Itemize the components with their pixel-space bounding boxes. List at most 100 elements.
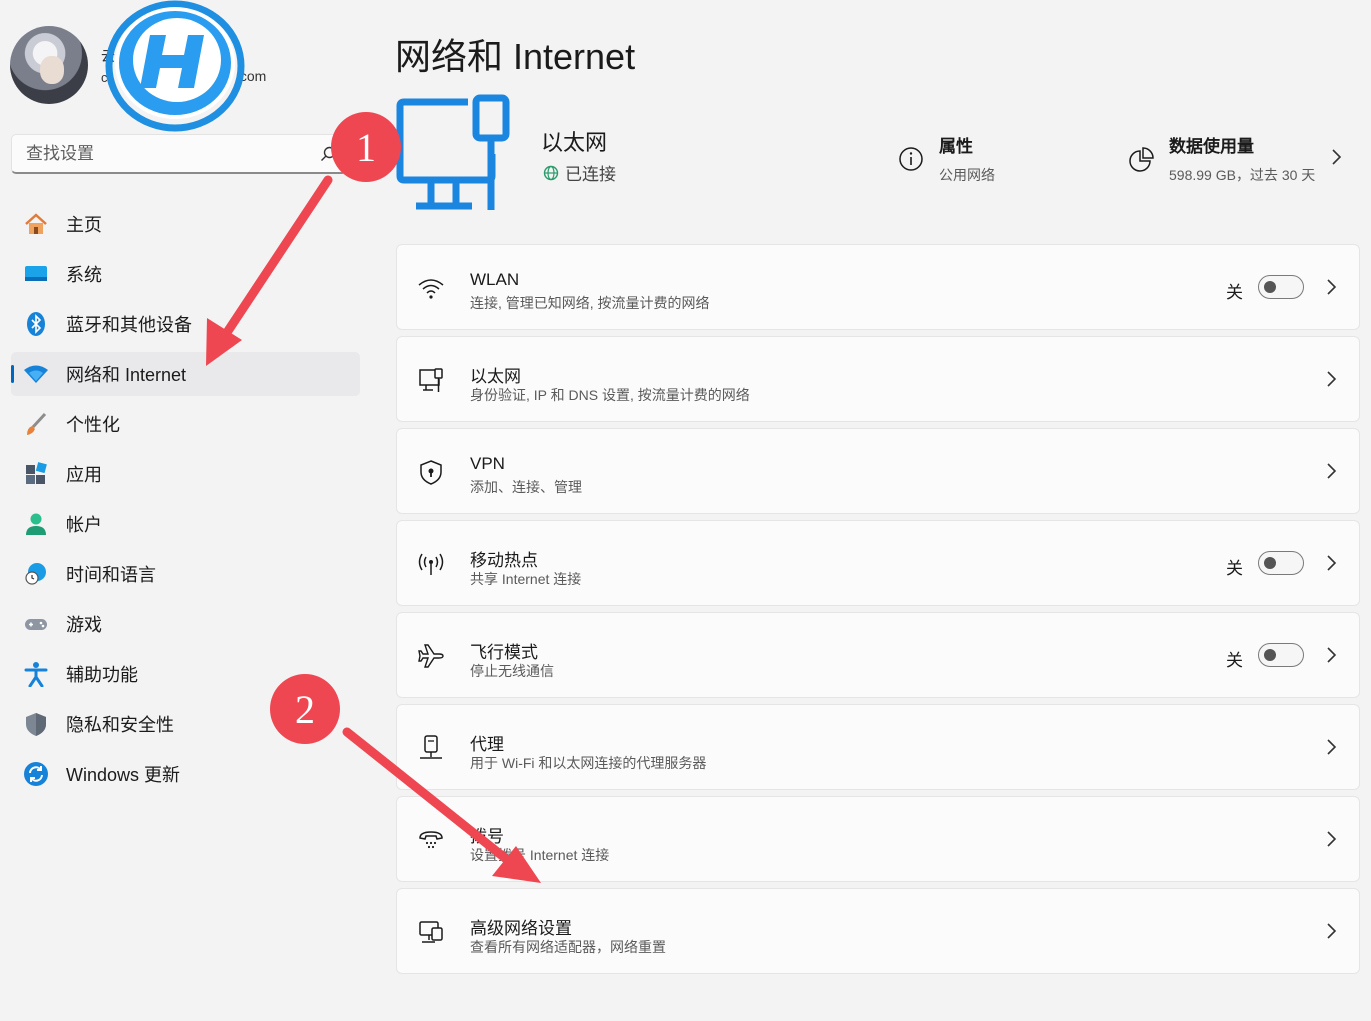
brush-icon — [23, 411, 49, 437]
time-language-icon — [23, 561, 49, 587]
proxy-icon — [417, 734, 445, 762]
annotation-badge-1: 1 — [331, 112, 401, 182]
sidebar-item-label: 应用 — [66, 465, 102, 485]
card-subtitle: 添加、连接、管理 — [470, 479, 582, 495]
connection-name: 以太网 — [541, 130, 608, 155]
network-icon — [23, 361, 49, 387]
sidebar-item-label: 游戏 — [66, 615, 102, 635]
search-input[interactable] — [24, 142, 308, 165]
sidebar-item-label: 网络和 Internet — [66, 365, 187, 385]
sidebar-item-network[interactable]: 网络和 Internet — [11, 352, 360, 396]
sidebar-item-personalization[interactable]: 个性化 — [11, 402, 360, 446]
update-icon — [23, 761, 49, 787]
annotation-badge-2: 2 — [270, 674, 340, 744]
card-title: VPN — [470, 454, 505, 473]
chevron-right-icon — [1327, 371, 1337, 387]
settings-list: WLAN 连接, 管理已知网络, 按流量计费的网络 关 以太网 身份验证, IP… — [396, 244, 1360, 980]
apps-icon — [23, 461, 49, 487]
airplane-mode-toggle[interactable] — [1258, 643, 1304, 667]
properties-title: 属性 — [939, 137, 973, 156]
wlan-toggle[interactable] — [1258, 275, 1304, 299]
vpn-card[interactable]: VPN 添加、连接、管理 — [396, 428, 1360, 514]
sidebar-item-label: 蓝牙和其他设备 — [66, 315, 192, 335]
airplane-icon — [417, 642, 445, 670]
vpn-shield-icon — [417, 458, 445, 486]
sidebar-item-label: 辅助功能 — [66, 665, 138, 685]
chevron-right-icon — [1327, 555, 1337, 571]
proxy-card[interactable]: 代理 用于 Wi-Fi 和以太网连接的代理服务器 — [396, 704, 1360, 790]
chevron-right-icon — [1327, 831, 1337, 847]
wlan-card[interactable]: WLAN 连接, 管理已知网络, 按流量计费的网络 关 — [396, 244, 1360, 330]
connection-status-label: 已连接 — [565, 165, 616, 184]
shield-icon — [23, 711, 49, 737]
mobile-hotspot-card[interactable]: 移动热点 共享 Internet 连接 关 — [396, 520, 1360, 606]
card-subtitle: 用于 Wi-Fi 和以太网连接的代理服务器 — [470, 755, 707, 771]
mobile-hotspot-toggle[interactable] — [1258, 551, 1304, 575]
card-subtitle: 查看所有网络适配器，网络重置 — [470, 939, 666, 955]
sidebar-item-time-language[interactable]: 时间和语言 — [11, 552, 360, 596]
card-title: 代理 — [470, 735, 504, 754]
sidebar-item-label: 系统 — [66, 265, 102, 285]
card-title: 飞行模式 — [470, 643, 538, 662]
chevron-right-icon — [1327, 923, 1337, 939]
wifi-icon — [417, 274, 445, 302]
chevron-right-icon — [1327, 647, 1337, 663]
connection-status: 已连接 — [543, 160, 616, 185]
toggle-state-label: 关 — [1226, 283, 1243, 302]
card-title: 移动热点 — [470, 551, 538, 570]
sidebar-item-label: 时间和语言 — [66, 565, 156, 585]
pie-chart-icon — [1129, 147, 1154, 172]
sidebar-item-label: 个性化 — [66, 415, 120, 435]
card-subtitle: 停止无线通信 — [470, 663, 554, 679]
card-title: 以太网 — [470, 367, 521, 386]
ethernet-pc-icon — [396, 94, 510, 210]
properties-subtitle: 公用网络 — [939, 167, 995, 183]
bluetooth-icon — [23, 311, 49, 337]
dialup-icon — [417, 826, 445, 854]
sidebar-item-accounts[interactable]: 帐户 — [11, 502, 360, 546]
avatar[interactable] — [10, 26, 88, 104]
sidebar-item-apps[interactable]: 应用 — [11, 452, 360, 496]
sidebar-item-label: 隐私和安全性 — [66, 715, 174, 735]
card-subtitle: 共享 Internet 连接 — [470, 571, 582, 587]
home-icon — [23, 211, 49, 237]
card-subtitle: 设置拨号 Internet 连接 — [470, 847, 610, 863]
sidebar-item-bluetooth[interactable]: 蓝牙和其他设备 — [11, 302, 360, 346]
properties-link[interactable]: 属性 公用网络 — [898, 132, 995, 185]
dialup-card[interactable]: 拨号 设置拨号 Internet 连接 — [396, 796, 1360, 882]
account-icon — [23, 511, 49, 537]
chevron-right-icon — [1332, 149, 1342, 165]
advanced-network-settings-card[interactable]: 高级网络设置 查看所有网络适配器，网络重置 — [396, 888, 1360, 974]
hotspot-icon — [417, 550, 445, 578]
card-title: WLAN — [470, 270, 520, 289]
sidebar-item-label: Windows 更新 — [66, 765, 181, 785]
ethernet-card[interactable]: 以太网 身份验证, IP 和 DNS 设置, 按流量计费的网络 — [396, 336, 1360, 422]
chevron-right-icon — [1327, 463, 1337, 479]
sidebar-item-gaming[interactable]: 游戏 — [11, 602, 360, 646]
data-usage-link[interactable]: 数据使用量 598.99 GB，过去 30 天 — [1127, 132, 1342, 185]
sidebar-item-label: 主页 — [66, 215, 102, 235]
gamepad-icon — [23, 611, 49, 637]
data-usage-subtitle: 598.99 GB，过去 30 天 — [1169, 167, 1316, 183]
airplane-mode-card[interactable]: 飞行模式 停止无线通信 关 — [396, 612, 1360, 698]
data-usage-title: 数据使用量 — [1169, 137, 1254, 156]
toggle-state-label: 关 — [1226, 559, 1243, 578]
sidebar-item-home[interactable]: 主页 — [11, 202, 360, 246]
globe-icon — [543, 165, 559, 180]
card-subtitle: 连接, 管理已知网络, 按流量计费的网络 — [470, 295, 710, 311]
advanced-network-icon — [417, 918, 445, 946]
sidebar-item-windows-update[interactable]: Windows 更新 — [11, 752, 360, 796]
chevron-right-icon — [1327, 739, 1337, 755]
info-icon — [899, 147, 923, 171]
sidebar-item-system[interactable]: 系统 — [11, 252, 360, 296]
toggle-state-label: 关 — [1226, 651, 1243, 670]
card-subtitle: 身份验证, IP 和 DNS 设置, 按流量计费的网络 — [470, 387, 750, 403]
chevron-right-icon — [1327, 279, 1337, 295]
ethernet-icon — [417, 366, 445, 394]
system-icon — [23, 261, 49, 287]
watermark-logo-icon — [105, 0, 245, 132]
search-box[interactable] — [11, 134, 347, 174]
card-title: 高级网络设置 — [470, 919, 572, 938]
page-title: 网络和 Internet — [395, 36, 636, 77]
accessibility-icon — [23, 661, 49, 687]
